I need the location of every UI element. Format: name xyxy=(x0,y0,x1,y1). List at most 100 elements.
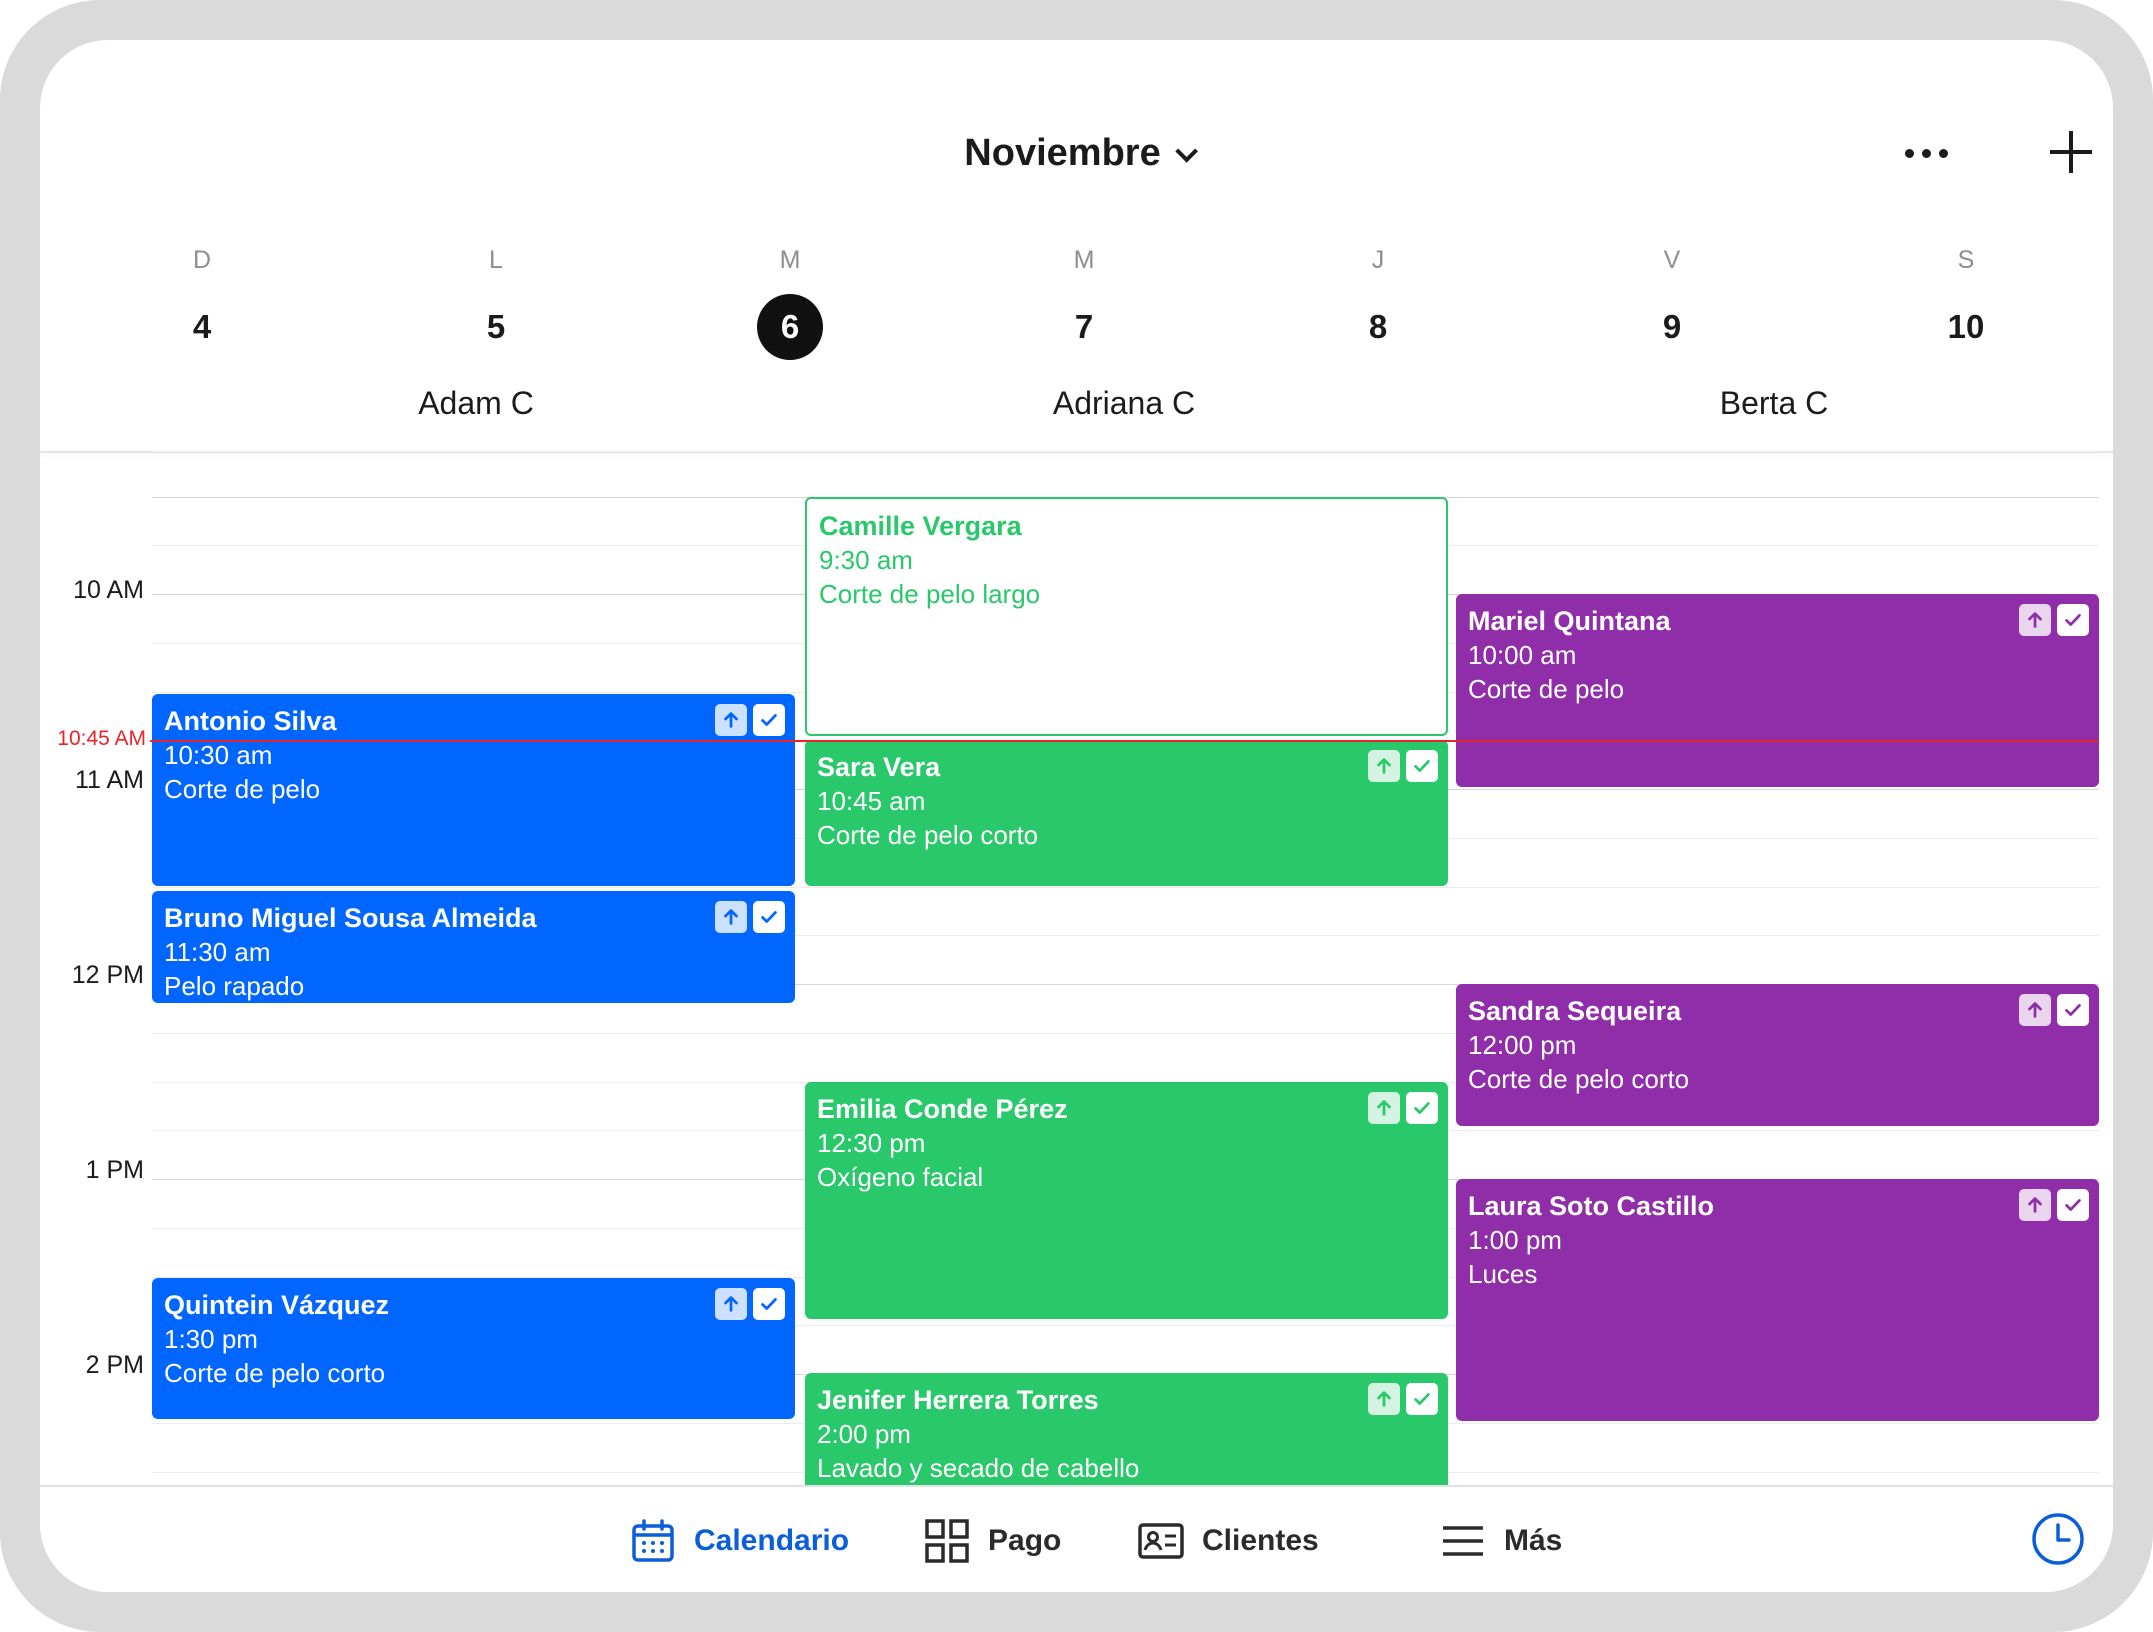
menu-icon xyxy=(1443,1526,1483,1556)
nav-label: Clientes xyxy=(1202,1524,1319,1557)
day-letter: D xyxy=(192,246,212,274)
current-time-line xyxy=(150,740,2099,742)
service-name: Luces xyxy=(1468,1259,1538,1289)
check-icon xyxy=(1406,1092,1438,1124)
staff-column-header[interactable]: Adriana C xyxy=(924,385,1324,422)
day-sat[interactable]: S 10 xyxy=(1906,240,2026,360)
check-icon xyxy=(753,1288,785,1320)
appointment-card[interactable]: Camille Vergara 9:30 am Corte de pelo la… xyxy=(805,497,1448,736)
day-mon[interactable]: L 5 xyxy=(436,240,556,360)
device-frame: Noviembre D 4 L 5 M 6 M 7 J 8 V 9 S 10 A… xyxy=(0,0,2153,1632)
arrow-up-icon xyxy=(2019,604,2051,636)
day-number: 9 xyxy=(1662,308,1682,345)
service-name: Corte de pelo corto xyxy=(1468,1064,1690,1094)
service-name: Lavado y secado de cabello xyxy=(817,1453,1140,1483)
arrow-up-icon xyxy=(1368,750,1400,782)
nav-mas[interactable]: Más xyxy=(1440,1515,1562,1567)
check-icon xyxy=(2057,1189,2089,1221)
arrow-up-icon xyxy=(2019,1189,2051,1221)
service-name: Oxígeno facial xyxy=(817,1162,984,1192)
appointment-time: 2:00 pm xyxy=(817,1419,911,1449)
arrow-up-icon xyxy=(715,1288,747,1320)
appointment-card[interactable]: Quintein Vázquez 1:30 pm Corte de pelo c… xyxy=(152,1278,795,1419)
appointment-card[interactable]: Jenifer Herrera Torres 2:00 pm Lavado y … xyxy=(805,1373,1448,1503)
day-number: 5 xyxy=(486,308,506,345)
appointment-time: 12:30 pm xyxy=(817,1128,926,1158)
appointment-card[interactable]: Antonio Silva 10:30 am Corte de pelo xyxy=(152,694,795,886)
day-fri[interactable]: V 9 xyxy=(1612,240,1732,360)
arrow-up-icon xyxy=(1368,1383,1400,1415)
day-number-selected: 6 xyxy=(757,294,823,360)
time-label: 12 PM xyxy=(71,961,144,989)
time-label: 2 PM xyxy=(85,1351,144,1379)
client-name: Laura Soto Castillo xyxy=(1468,1191,1715,1221)
arrow-up-icon xyxy=(715,901,747,933)
staff-column-header[interactable]: Berta C xyxy=(1574,385,1974,422)
bottom-navigation: Calendario Pago Clientes Más xyxy=(40,1485,2113,1592)
service-name: Corte de pelo corto xyxy=(817,820,1039,850)
appointment-time: 10:45 am xyxy=(817,786,926,816)
staff-column-header[interactable]: Adam C xyxy=(276,385,676,422)
service-name: Corte de pelo largo xyxy=(819,579,1041,609)
day-number: 4 xyxy=(192,308,212,345)
more-horizontal-icon xyxy=(1905,149,1914,158)
time-label: 10 AM xyxy=(73,576,144,604)
appointment-card[interactable]: Bruno Miguel Sousa Almeida 11:30 am Pelo… xyxy=(152,891,795,1003)
appointment-card[interactable]: Sandra Sequeira 12:00 pm Corte de pelo c… xyxy=(1456,984,2099,1126)
grid-line xyxy=(152,451,2099,452)
appointment-time: 12:00 pm xyxy=(1468,1030,1577,1060)
service-name: Pelo rapado xyxy=(164,971,305,1001)
client-name: Antonio Silva xyxy=(164,706,337,736)
appointment-time: 1:30 pm xyxy=(164,1324,258,1354)
chevron-down-icon xyxy=(1175,140,1198,163)
client-name: Emilia Conde Pérez xyxy=(817,1094,1068,1124)
day-number: 7 xyxy=(1074,308,1094,345)
nav-pago[interactable]: Pago xyxy=(924,1515,1061,1567)
more-horizontal-icon xyxy=(1939,149,1948,158)
add-appointment-button[interactable] xyxy=(2032,112,2112,192)
check-icon xyxy=(2057,994,2089,1026)
client-name: Mariel Quintana xyxy=(1468,606,1671,636)
app-screen: Noviembre D 4 L 5 M 6 M 7 J 8 V 9 S 10 A… xyxy=(40,40,2113,1592)
day-wed[interactable]: M 7 xyxy=(1024,240,1144,360)
day-thu[interactable]: J 8 xyxy=(1318,240,1438,360)
current-time-label: 10:45 AM xyxy=(57,727,146,750)
contact-card-icon xyxy=(1138,1523,1184,1559)
appointment-card[interactable]: Laura Soto Castillo 1:00 pm Luces xyxy=(1456,1179,2099,1421)
client-name: Bruno Miguel Sousa Almeida xyxy=(164,903,537,933)
time-label: 11 AM xyxy=(74,766,144,794)
nav-clientes[interactable]: Clientes xyxy=(1138,1515,1319,1567)
calendar-icon xyxy=(632,1519,674,1562)
month-selector[interactable]: Noviembre xyxy=(40,132,2113,175)
day-letter: M xyxy=(779,246,801,274)
nav-label: Pago xyxy=(988,1524,1062,1557)
appointment-card[interactable]: Sara Vera 10:45 am Corte de pelo corto xyxy=(805,740,1448,886)
day-letter: V xyxy=(1663,246,1681,274)
more-horizontal-icon xyxy=(1922,149,1931,158)
appointment-time: 10:30 am xyxy=(164,740,273,770)
client-name: Jenifer Herrera Torres xyxy=(817,1385,1099,1415)
service-name: Corte de pelo xyxy=(1468,674,1625,704)
month-label: Noviembre xyxy=(964,132,1161,174)
check-icon xyxy=(1406,750,1438,782)
grid-icon xyxy=(925,1519,969,1563)
grid-line xyxy=(152,887,2099,888)
arrow-up-icon xyxy=(2019,994,2051,1026)
nav-calendario[interactable]: Calendario xyxy=(630,1515,849,1567)
day-number: 10 xyxy=(1947,308,1985,345)
nav-label: Más xyxy=(1504,1524,1563,1557)
day-tue[interactable]: M 6 xyxy=(730,240,850,360)
more-options-button[interactable] xyxy=(1902,136,1982,176)
nav-label: Calendario xyxy=(694,1524,850,1557)
check-icon xyxy=(2057,604,2089,636)
day-sun[interactable]: D 4 xyxy=(142,240,262,360)
clock-icon[interactable] xyxy=(2030,1511,2086,1567)
check-icon xyxy=(1406,1383,1438,1415)
appointment-time: 11:30 am xyxy=(164,937,271,967)
appointment-card[interactable]: Emilia Conde Pérez 12:30 pm Oxígeno faci… xyxy=(805,1082,1448,1319)
day-letter: J xyxy=(1371,246,1385,274)
arrow-up-icon xyxy=(1368,1092,1400,1124)
client-name: Sandra Sequeira xyxy=(1468,996,1682,1026)
appointment-time: 9:30 am xyxy=(819,545,913,575)
appointment-card[interactable]: Mariel Quintana 10:00 am Corte de pelo xyxy=(1456,594,2099,787)
